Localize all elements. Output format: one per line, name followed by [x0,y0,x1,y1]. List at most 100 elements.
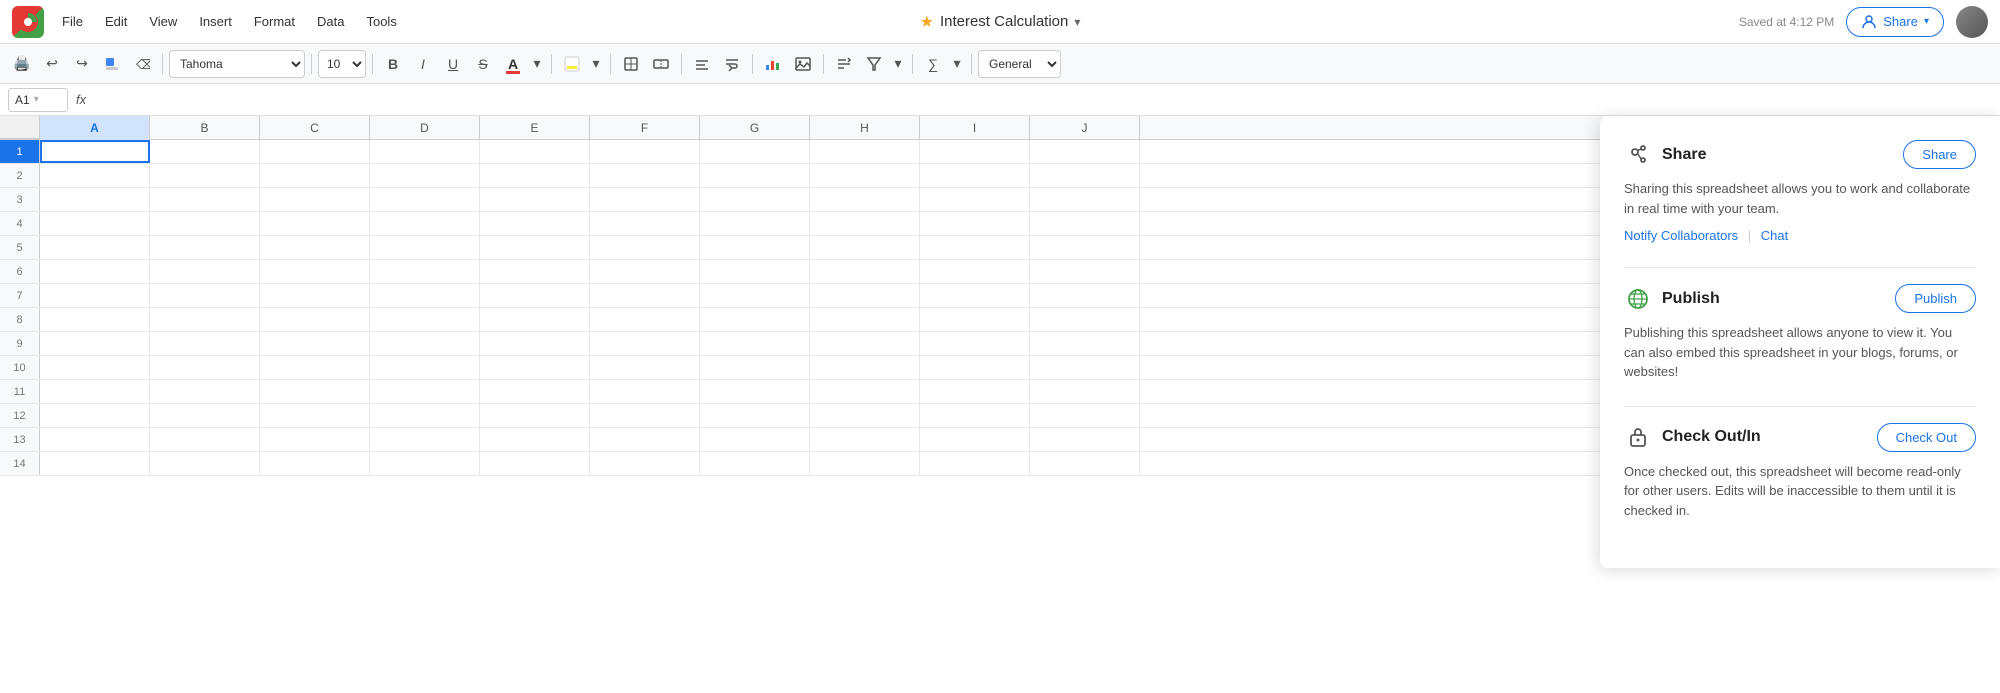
cell-D14[interactable] [370,452,480,475]
cell-A10[interactable] [40,356,150,379]
formula-input[interactable] [94,88,1992,112]
cell-D6[interactable] [370,260,480,283]
menu-edit[interactable]: Edit [95,10,137,33]
sort-button[interactable] [830,50,858,78]
cell-F7[interactable] [590,284,700,307]
row-number-2[interactable]: 2 [0,164,40,187]
cell-G12[interactable] [700,404,810,427]
cell-D3[interactable] [370,188,480,211]
cell-B10[interactable] [150,356,260,379]
cell-I7[interactable] [920,284,1030,307]
cell-I2[interactable] [920,164,1030,187]
strikethrough-button[interactable]: S [469,50,497,78]
cell-E7[interactable] [480,284,590,307]
cell-E12[interactable] [480,404,590,427]
cell-G10[interactable] [700,356,810,379]
cell-J3[interactable] [1030,188,1140,211]
cell-G3[interactable] [700,188,810,211]
cell-J6[interactable] [1030,260,1140,283]
cell-J7[interactable] [1030,284,1140,307]
cell-A13[interactable] [40,428,150,451]
cell-D4[interactable] [370,212,480,235]
cell-F10[interactable] [590,356,700,379]
cell-B1[interactable] [150,140,260,163]
cell-I10[interactable] [920,356,1030,379]
row-number-13[interactable]: 13 [0,428,40,451]
cell-C12[interactable] [260,404,370,427]
cell-H9[interactable] [810,332,920,355]
cell-J1[interactable] [1030,140,1140,163]
cell-G7[interactable] [700,284,810,307]
cell-C8[interactable] [260,308,370,331]
cell-D13[interactable] [370,428,480,451]
paint-format-button[interactable] [98,50,126,78]
cell-D11[interactable] [370,380,480,403]
cell-J12[interactable] [1030,404,1140,427]
chat-link[interactable]: Chat [1761,228,1788,243]
cell-B3[interactable] [150,188,260,211]
halign-button[interactable] [688,50,716,78]
cell-H5[interactable] [810,236,920,259]
cell-E4[interactable] [480,212,590,235]
cell-C3[interactable] [260,188,370,211]
cell-D1[interactable] [370,140,480,163]
cell-A4[interactable] [40,212,150,235]
cell-H2[interactable] [810,164,920,187]
menu-view[interactable]: View [139,10,187,33]
cell-E6[interactable] [480,260,590,283]
wrap-button[interactable] [718,50,746,78]
fill-color-chevron[interactable]: ▾ [588,50,604,78]
cell-A9[interactable] [40,332,150,355]
cell-A6[interactable] [40,260,150,283]
cell-F11[interactable] [590,380,700,403]
cell-F3[interactable] [590,188,700,211]
cell-D7[interactable] [370,284,480,307]
cell-I14[interactable] [920,452,1030,475]
cell-D5[interactable] [370,236,480,259]
cell-J8[interactable] [1030,308,1140,331]
col-header-a[interactable]: A [40,116,150,140]
row-number-9[interactable]: 9 [0,332,40,355]
number-format-select[interactable]: General Number Currency Date Percent [978,50,1061,78]
cell-C2[interactable] [260,164,370,187]
share-button-top[interactable]: Share ▾ [1846,7,1944,37]
publish-button[interactable]: Publish [1895,284,1976,313]
cell-D9[interactable] [370,332,480,355]
cell-C5[interactable] [260,236,370,259]
cell-C14[interactable] [260,452,370,475]
cell-F14[interactable] [590,452,700,475]
col-header-c[interactable]: C [260,116,370,140]
menu-tools[interactable]: Tools [356,10,406,33]
cell-F12[interactable] [590,404,700,427]
cell-C1[interactable] [260,140,370,163]
cell-B13[interactable] [150,428,260,451]
cell-F13[interactable] [590,428,700,451]
cell-E1[interactable] [480,140,590,163]
cell-C13[interactable] [260,428,370,451]
cell-J10[interactable] [1030,356,1140,379]
cell-B14[interactable] [150,452,260,475]
cell-E11[interactable] [480,380,590,403]
underline-button[interactable]: U [439,50,467,78]
corner-select[interactable] [0,116,40,139]
cell-B7[interactable] [150,284,260,307]
cell-J14[interactable] [1030,452,1140,475]
col-header-g[interactable]: G [700,116,810,140]
cell-H11[interactable] [810,380,920,403]
cell-reference[interactable]: A1 ▾ [8,88,68,112]
cell-H10[interactable] [810,356,920,379]
cell-H6[interactable] [810,260,920,283]
cell-G11[interactable] [700,380,810,403]
menu-insert[interactable]: Insert [189,10,242,33]
cell-G8[interactable] [700,308,810,331]
cell-G13[interactable] [700,428,810,451]
star-icon[interactable]: ★ [920,12,934,32]
cell-F1[interactable] [590,140,700,163]
cell-I4[interactable] [920,212,1030,235]
share-panel-button[interactable]: Share [1903,140,1976,169]
cell-G6[interactable] [700,260,810,283]
col-header-i[interactable]: I [920,116,1030,140]
cell-J5[interactable] [1030,236,1140,259]
checkout-button[interactable]: Check Out [1877,423,1976,452]
cell-D10[interactable] [370,356,480,379]
